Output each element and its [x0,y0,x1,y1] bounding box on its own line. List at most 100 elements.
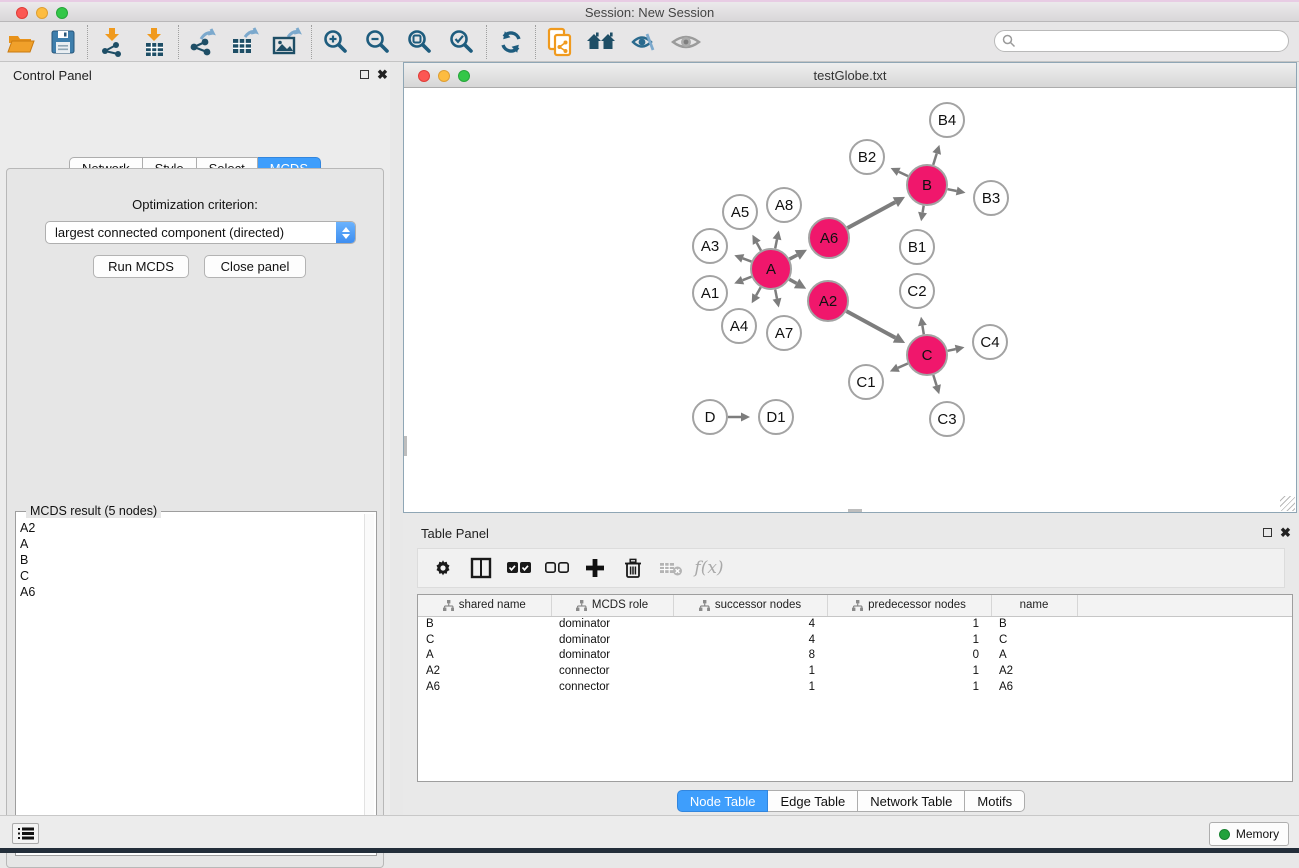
open-file-icon[interactable] [0,25,42,59]
result-item[interactable]: A2 [20,520,362,536]
network-canvas[interactable]: B4B2BB3B1A5A8A6A3AA1A4A7A2C2C4CC1C3DD1 [404,88,1296,512]
float-panel-icon[interactable] [360,70,369,79]
import-network-icon[interactable] [91,25,133,59]
save-session-icon[interactable] [42,25,84,59]
cell-shared_name[interactable]: B [418,616,551,632]
table-row[interactable]: Cdominator41C [418,632,1292,648]
cell-name[interactable]: A6 [991,679,1077,695]
network-edge-A-A1[interactable] [743,277,752,281]
network-edge-A2-C[interactable] [846,311,895,338]
network-edge-A-A2[interactable] [789,279,796,283]
resize-grip-icon[interactable] [1280,496,1295,511]
result-item[interactable]: A [20,536,362,552]
tab-node-table[interactable]: Node Table [677,790,769,812]
network-edge-C-C4[interactable] [948,349,956,351]
network-edge-A-A4[interactable] [756,287,761,295]
mcds-result-list[interactable]: A2ABCA6 [20,520,362,851]
network-edge-C-C2[interactable] [922,326,923,335]
cell-predecessor_nodes[interactable]: 0 [827,648,991,664]
cell-mcds_role[interactable]: dominator [551,616,673,632]
result-scrollbar[interactable] [364,514,374,853]
column-header-shared_name[interactable]: shared name [418,595,551,616]
run-mcds-button[interactable]: Run MCDS [93,255,189,278]
add-column-icon[interactable] [578,552,612,584]
cell-shared_name[interactable]: A6 [418,679,551,695]
network-edge-C-C1[interactable] [898,364,908,368]
network-edge-C-C3[interactable] [933,375,936,386]
zoom-fit-icon[interactable] [399,25,441,59]
gear-icon[interactable] [426,552,460,584]
column-header-mcds_role[interactable]: MCDS role [551,595,673,616]
table-row[interactable]: Adominator80A [418,648,1292,664]
tab-motifs[interactable]: Motifs [965,790,1025,812]
cell-name[interactable]: A2 [991,663,1077,679]
delete-column-icon[interactable] [616,552,650,584]
cell-predecessor_nodes[interactable]: 1 [827,616,991,632]
cell-mcds_role[interactable]: dominator [551,648,673,664]
memory-button[interactable]: Memory [1209,822,1289,846]
search-input[interactable] [994,30,1289,52]
close-panel-icon[interactable]: ✖ [377,67,388,83]
column-view-icon[interactable] [464,552,498,584]
clone-network-icon[interactable] [539,25,581,59]
cell-predecessor_nodes[interactable]: 1 [827,679,991,695]
task-history-button[interactable] [12,823,39,844]
cell-mcds_role[interactable]: dominator [551,632,673,648]
export-network-icon[interactable] [182,25,224,59]
cell-predecessor_nodes[interactable]: 1 [827,632,991,648]
refresh-icon[interactable] [490,25,532,59]
cell-mcds_role[interactable]: connector [551,663,673,679]
column-header-name[interactable]: name [991,595,1077,616]
table-header-row[interactable]: shared nameMCDS rolesuccessor nodesprede… [418,595,1292,616]
hide-details-icon[interactable] [623,25,665,59]
cell-shared_name[interactable]: C [418,632,551,648]
column-header-successor_nodes[interactable]: successor nodes [673,595,827,616]
zoom-selected-icon[interactable] [441,25,483,59]
cell-successor_nodes[interactable]: 1 [673,663,827,679]
cell-successor_nodes[interactable]: 4 [673,616,827,632]
network-edge-A-A7[interactable] [775,290,777,299]
export-table-icon[interactable] [224,25,266,59]
network-edge-B-B2[interactable] [899,172,908,176]
network-edge-A-A5[interactable] [757,243,761,251]
cell-name[interactable]: C [991,632,1077,648]
network-edge-A6-B[interactable] [848,202,896,228]
deselect-all-icon[interactable] [540,552,574,584]
import-table-icon[interactable] [133,25,175,59]
cell-predecessor_nodes[interactable]: 1 [827,663,991,679]
column-header-predecessor_nodes[interactable]: predecessor nodes [827,595,991,616]
close-panel-button[interactable]: Close panel [204,255,306,278]
cell-mcds_role[interactable]: connector [551,679,673,695]
cell-name[interactable]: A [991,648,1077,664]
result-item[interactable]: C [20,568,362,584]
optimization-criterion-select[interactable]: largest connected component (directed) [45,221,356,244]
combo-stepper-icon[interactable] [336,222,355,243]
export-image-icon[interactable] [266,25,308,59]
network-edge-A-A6[interactable] [790,255,798,259]
network-edge-B-B4[interactable] [933,154,937,165]
table-row[interactable]: A6connector11A6 [418,679,1292,695]
cell-name[interactable]: B [991,616,1077,632]
select-all-icon[interactable] [502,552,536,584]
network-edge-A-A8[interactable] [775,239,777,248]
tab-edge-table[interactable]: Edge Table [768,790,858,812]
home-icon[interactable] [581,25,623,59]
zoom-out-icon[interactable] [357,25,399,59]
birds-eye-icon[interactable] [665,25,707,59]
network-edge-B-B1[interactable] [923,206,924,213]
result-item[interactable]: A6 [20,584,362,600]
network-edge-A-A3[interactable] [743,258,752,261]
cell-successor_nodes[interactable]: 8 [673,648,827,664]
cell-successor_nodes[interactable]: 1 [673,679,827,695]
network-edge-B-B3[interactable] [948,189,957,191]
float-panel-icon[interactable] [1263,528,1272,537]
zoom-in-icon[interactable] [315,25,357,59]
cell-shared_name[interactable]: A [418,648,551,664]
close-panel-icon[interactable]: ✖ [1280,525,1291,541]
cell-successor_nodes[interactable]: 4 [673,632,827,648]
table-row[interactable]: Bdominator41B [418,616,1292,632]
table-row[interactable]: A2connector11A2 [418,663,1292,679]
cell-shared_name[interactable]: A2 [418,663,551,679]
result-item[interactable]: B [20,552,362,568]
tab-network-table[interactable]: Network Table [858,790,965,812]
